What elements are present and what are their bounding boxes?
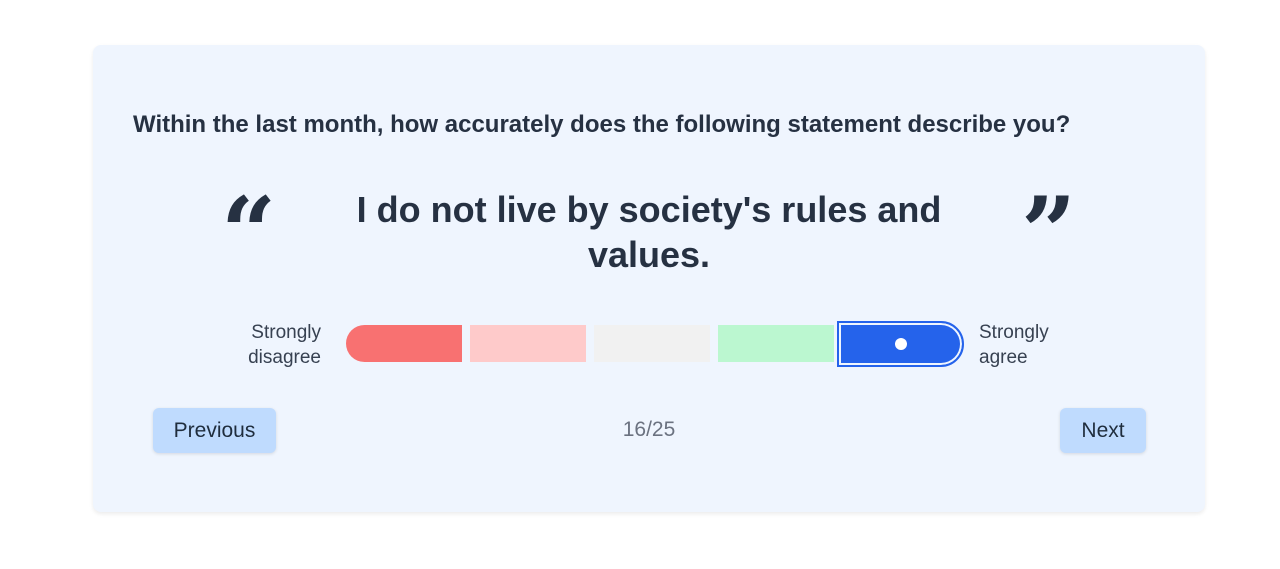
scale-label-strongly-disagree: Strongly disagree (248, 322, 321, 368)
statement-text: I do not live by society's rules and val… (356, 189, 942, 275)
close-quote-icon: ” (1021, 176, 1077, 289)
scale-option-3[interactable] (594, 325, 710, 362)
open-quote-icon: “ (221, 176, 277, 289)
scale-label-strongly-agree: Strongly agree (979, 322, 1049, 368)
scale-option-5-selected[interactable] (837, 321, 964, 367)
previous-button[interactable]: Previous (153, 408, 276, 453)
survey-card: Within the last month, how accurately do… (93, 45, 1205, 512)
scale-option-2[interactable] (470, 325, 586, 362)
question-text: Within the last month, how accurately do… (133, 111, 1071, 138)
scale-option-4[interactable] (718, 325, 834, 362)
next-button[interactable]: Next (1060, 408, 1146, 453)
scale-option-1[interactable] (346, 325, 462, 362)
selected-dot-icon (895, 338, 907, 350)
progress-indicator: 16/25 (622, 418, 676, 441)
